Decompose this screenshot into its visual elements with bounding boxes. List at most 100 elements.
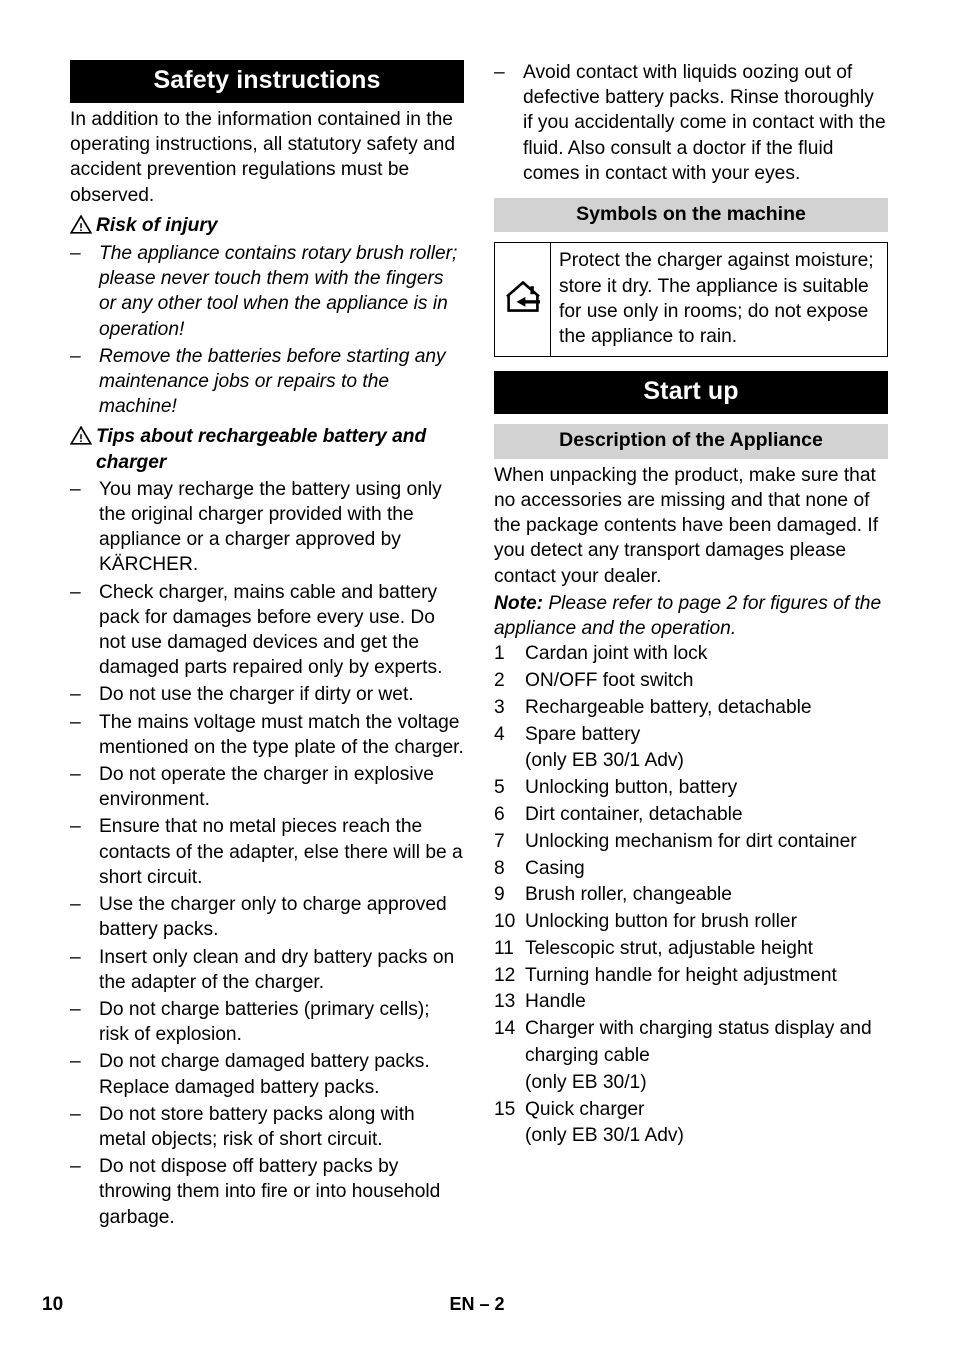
list-item-text: Do not charge batteries (primary cells);… (99, 998, 430, 1046)
battery-charger-tips-list: – You may recharge the battery using onl… (70, 477, 464, 1230)
item-label: Turning handle for height adjustment (525, 964, 837, 986)
list-item-text: The appliance contains rotary brush roll… (99, 243, 458, 340)
warning-heading-risk-of-injury: Risk of injury (69, 213, 464, 241)
dash-bullet: – (70, 764, 81, 786)
list-item-text: Do not operate the charger in explosive … (99, 764, 434, 811)
list-item: – Use the charger only to charge approve… (70, 892, 464, 942)
item-number: 15 (494, 1098, 516, 1120)
section-banner-safety-instructions: Safety instructions (70, 60, 464, 103)
item-label: Dirt container, detachable (525, 803, 743, 825)
item-number: 6 (494, 803, 505, 825)
list-item: – Do not operate the charger in explosiv… (70, 762, 464, 812)
right-column: – Avoid contact with liquids oozing out … (494, 60, 888, 1150)
warning-heading-label: Tips about rechargeable battery and char… (96, 426, 427, 473)
list-item: – The appliance contains rotary brush ro… (70, 241, 464, 342)
list-item-text: The mains voltage must match the voltage… (99, 711, 464, 758)
dash-bullet: – (70, 581, 81, 603)
list-item-text: Ensure that no metal pieces reach the co… (99, 816, 463, 888)
list-item: 8 Casing (494, 856, 888, 883)
list-item: 5 Unlocking button, battery (494, 775, 888, 802)
dash-bullet: – (70, 894, 81, 916)
dash-bullet: – (70, 1051, 81, 1073)
item-label: Unlocking button, battery (525, 777, 738, 799)
intro-paragraph: In addition to the information contained… (70, 109, 456, 206)
warning-heading-label: Risk of injury (96, 214, 218, 236)
document-page: Safety instructions In addition to the i… (0, 0, 954, 1354)
list-item: 6 Dirt container, detachable (494, 802, 888, 829)
list-item: 10 Unlocking button for brush roller (494, 909, 888, 936)
subsection-heading-symbols-on-the-machine: Symbols on the machine (494, 198, 888, 233)
list-item: – You may recharge the battery using onl… (70, 477, 464, 578)
item-number: 3 (494, 696, 505, 718)
list-item: 9 Brush roller, changeable (494, 882, 888, 909)
item-number: 7 (494, 830, 505, 852)
note-text: Please refer to page 2 for figures of th… (494, 592, 882, 639)
note-paragraph: Note: Please refer to page 2 for figures… (494, 591, 888, 641)
item-number: 8 (494, 857, 505, 879)
item-label: Unlocking button for brush roller (525, 911, 797, 933)
appliance-parts-list: 1 Cardan joint with lock 2 ON/OFF foot s… (494, 641, 888, 1150)
item-label: Unlocking mechanism for dirt container (525, 830, 857, 852)
item-variant-note: (only EB 30/1 Adv) (525, 1125, 684, 1147)
item-number: 11 (494, 937, 514, 959)
item-label: Charger with charging status display and… (525, 1018, 872, 1067)
warning-heading-battery-charger-tips: Tips about rechargeable battery and char… (69, 424, 464, 474)
list-item: – Do not store battery packs along with … (70, 1102, 464, 1152)
list-item: 7 Unlocking mechanism for dirt container (494, 829, 888, 856)
item-number: 10 (494, 911, 516, 933)
page-footer: 10 EN – 2 (0, 1294, 954, 1334)
list-item: – Avoid contact with liquids oozing out … (494, 60, 888, 186)
list-item: 12 Turning handle for height adjustment (494, 963, 888, 990)
note-label: Note: (494, 592, 544, 614)
list-item: 11 Telescopic strut, adjustable height (494, 936, 888, 963)
item-label: Quick charger (525, 1098, 645, 1120)
item-label: Rechargeable battery, detachable (525, 696, 812, 718)
dash-bullet: – (70, 1156, 81, 1178)
dash-bullet: – (70, 243, 81, 265)
list-item: – Ensure that no metal pieces reach the … (70, 814, 464, 890)
list-item: – Insert only clean and dry battery pack… (70, 945, 464, 995)
item-number: 12 (494, 964, 516, 986)
item-number: 9 (494, 884, 505, 906)
list-item: 13 Handle (494, 989, 888, 1016)
symbol-description-cell: Protect the charger against moisture; st… (559, 250, 874, 348)
section-banner-start-up: Start up (494, 371, 888, 415)
subsection-heading-description-of-the-appliance: Description of the Appliance (494, 424, 888, 459)
dash-bullet: – (70, 816, 81, 838)
list-item: – Do not charge batteries (primary cells… (70, 997, 464, 1047)
item-variant-note: (only EB 30/1 Adv) (525, 750, 684, 772)
item-number: 2 (494, 669, 505, 691)
dash-bullet: – (494, 62, 505, 83)
item-label: Brush roller, changeable (525, 884, 732, 906)
item-number: 4 (494, 723, 505, 745)
list-item: – Do not dispose off battery packs by th… (70, 1154, 464, 1230)
list-item: – The mains voltage must match the volta… (70, 710, 464, 760)
language-page-indicator: EN – 2 (449, 1294, 505, 1314)
list-item: 4 Spare battery (494, 722, 888, 749)
risk-of-injury-list: – The appliance contains rotary brush ro… (70, 241, 464, 419)
list-item: 14 Charger with charging status display … (494, 1016, 888, 1070)
list-item: – Do not use the charger if dirty or wet… (70, 682, 464, 707)
description-paragraph: When unpacking the product, make sure th… (494, 464, 879, 587)
dash-bullet: – (70, 478, 81, 500)
item-label: ON/OFF foot switch (525, 669, 694, 691)
list-item-text: Insert only clean and dry battery packs … (99, 946, 455, 993)
warning-triangle-icon (69, 425, 94, 452)
item-label: Cardan joint with lock (525, 643, 708, 665)
list-item: 1 Cardan joint with lock (494, 641, 888, 668)
dash-bullet: – (70, 998, 81, 1020)
item-number: 13 (494, 991, 516, 1013)
continued-list: – Avoid contact with liquids oozing out … (494, 60, 888, 186)
list-item-text: Remove the batteries before starting any… (99, 345, 446, 418)
warning-triangle-icon (69, 214, 94, 241)
list-item: 2 ON/OFF foot switch (494, 668, 888, 695)
item-label: Casing (525, 857, 585, 879)
list-item: 3 Rechargeable battery, detachable (494, 695, 888, 722)
item-label: Telescopic strut, adjustable height (525, 937, 813, 959)
list-item-text: Use the charger only to charge approved … (99, 894, 447, 941)
list-item: – Check charger, mains cable and battery… (70, 580, 464, 681)
list-item-text: Do not dispose off battery packs by thro… (99, 1156, 441, 1228)
list-item-text: Avoid contact with liquids oozing out of… (523, 62, 886, 184)
list-item: – Do not charge damaged battery packs. R… (70, 1049, 464, 1099)
item-label: Spare battery (525, 723, 641, 745)
